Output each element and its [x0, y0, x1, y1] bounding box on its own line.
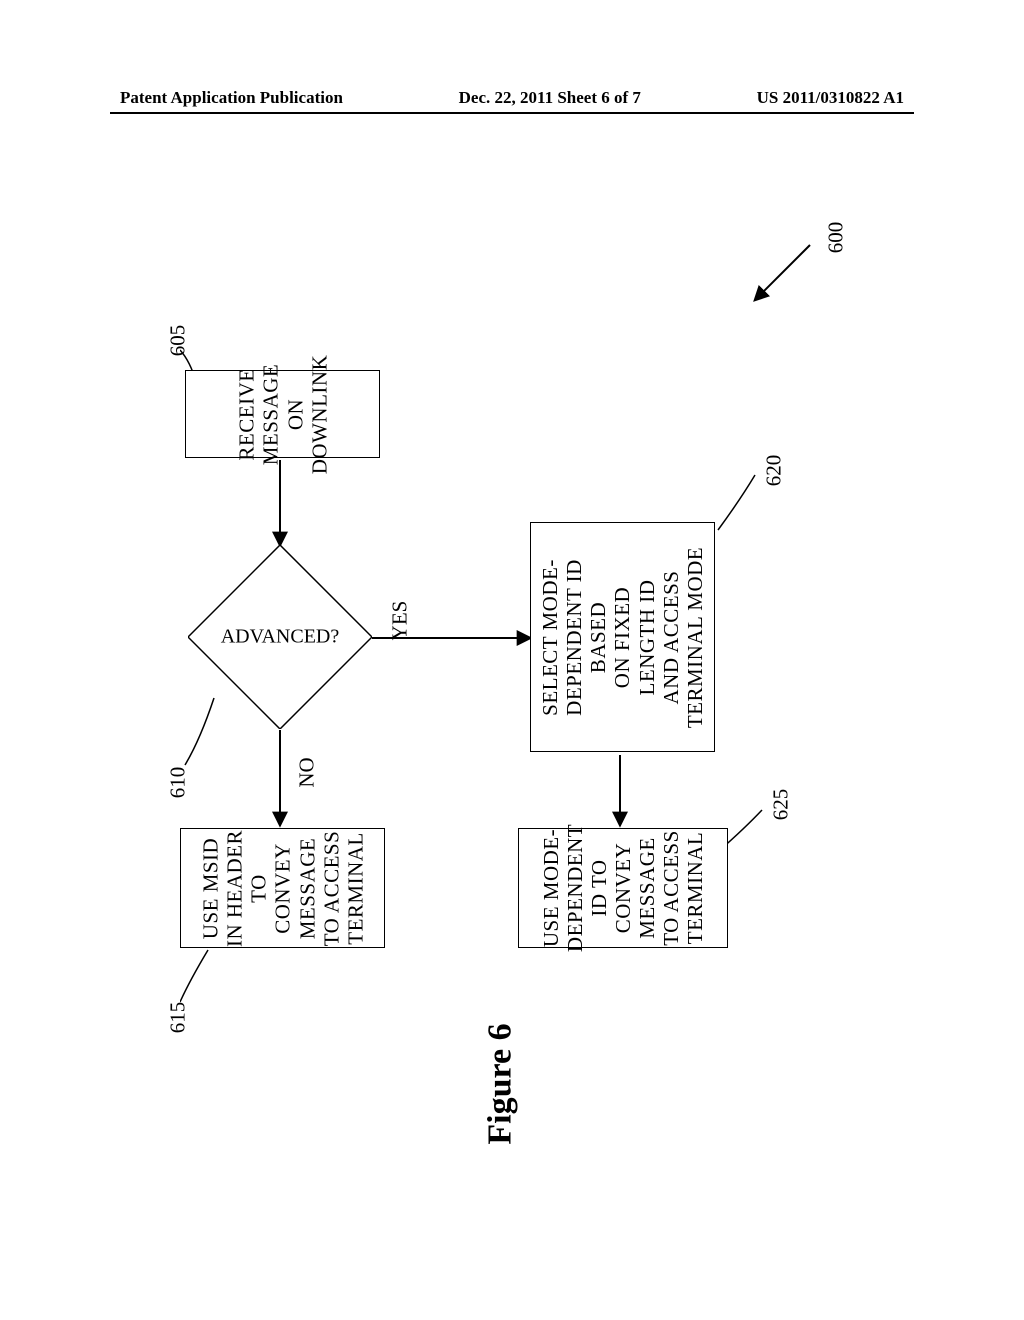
decision-610: ADVANCED?	[188, 545, 372, 729]
diagram-ref-600: 600	[823, 222, 848, 254]
ref-620: 620	[761, 455, 786, 487]
figure-caption: Figure 6	[482, 1023, 520, 1144]
page-header: Patent Application Publication Dec. 22, …	[0, 88, 1024, 114]
ref-615: 615	[165, 1002, 190, 1034]
process-box-625: USE MODE-DEPENDENT ID TO CONVEY MESSAGE …	[518, 828, 728, 948]
process-box-605: RECEIVE MESSAGE ON DOWNLINK	[185, 370, 380, 458]
flowchart-diagram: 600	[180, 210, 880, 1140]
ref-610: 610	[165, 767, 190, 799]
header-left: Patent Application Publication	[120, 88, 343, 108]
process-box-620-text: SELECT MODE- DEPENDENT ID BASED ON FIXED…	[530, 546, 715, 729]
header-center: Dec. 22, 2011 Sheet 6 of 7	[459, 88, 641, 108]
process-box-615: USE MSID IN HEADER TO CONVEY MESSAGE TO …	[180, 828, 385, 948]
process-box-625-text: USE MODE-DEPENDENT ID TO CONVEY MESSAGE …	[518, 828, 728, 948]
header-right: US 2011/0310822 A1	[757, 88, 904, 108]
process-box-605-text: RECEIVE MESSAGE ON DOWNLINK	[185, 370, 380, 458]
header-row: Patent Application Publication Dec. 22, …	[0, 88, 1024, 112]
decision-610-text: ADVANCED?	[188, 626, 372, 649]
process-box-620: SELECT MODE- DEPENDENT ID BASED ON FIXED…	[530, 522, 715, 752]
decision-yes-label: YES	[387, 601, 412, 641]
ref-605: 605	[165, 325, 190, 357]
ref-625: 625	[768, 789, 793, 821]
page: Patent Application Publication Dec. 22, …	[0, 0, 1024, 1320]
header-rule	[110, 112, 914, 114]
decision-no-label: NO	[295, 757, 320, 787]
process-box-615-text: USE MSID IN HEADER TO CONVEY MESSAGE TO …	[180, 828, 385, 948]
